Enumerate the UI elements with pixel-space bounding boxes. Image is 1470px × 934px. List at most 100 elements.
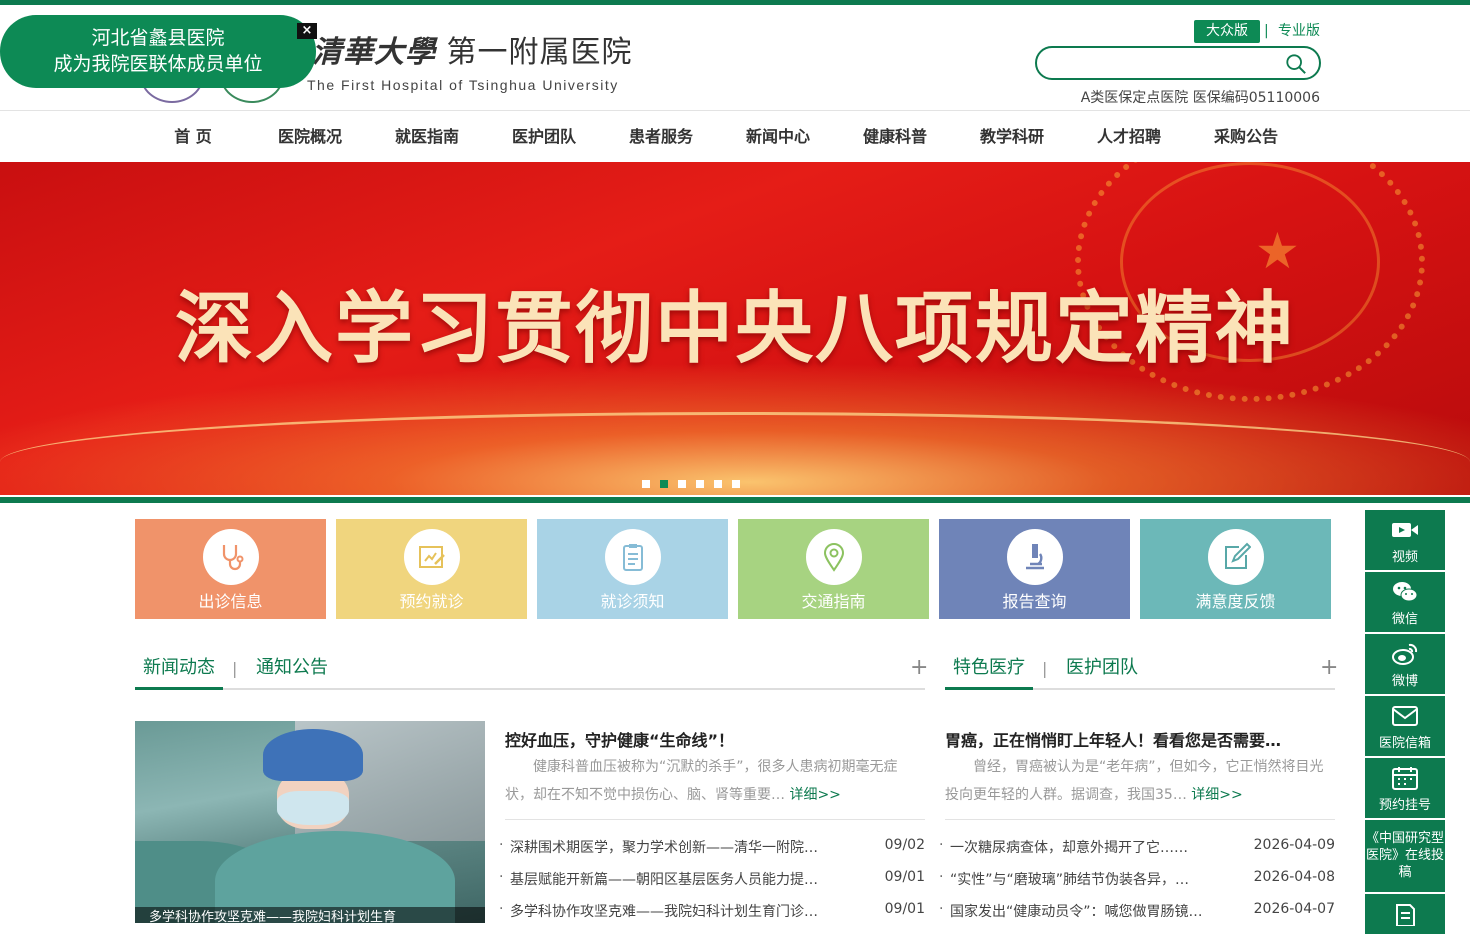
sidebar-label: 医院信箱 <box>1378 736 1431 751</box>
calendar-icon <box>1392 767 1418 790</box>
logo-english-name: The First Hospital of Tsinghua Universit… <box>307 77 619 93</box>
tab-notices[interactable]: 通知公告 <box>256 648 328 688</box>
nav-item-patient-service[interactable]: 患者服务 <box>621 112 701 162</box>
bullet: · <box>499 901 504 917</box>
bullet: · <box>939 837 944 853</box>
nav-item-team[interactable]: 医护团队 <box>504 112 584 162</box>
wechat-icon <box>1393 582 1418 602</box>
sidebar-item-mailbox[interactable]: 医院信箱 <box>1365 696 1445 756</box>
carousel-dot[interactable] <box>642 480 650 488</box>
tab-separator: | <box>1042 659 1048 678</box>
sidebar-label: 视频 <box>1391 550 1418 565</box>
news-headline[interactable]: 控好血压，守护健康“生命线”！ <box>505 727 734 751</box>
tile-icon-circle <box>203 529 259 585</box>
news-summary: 健康科普血压被称为“沉默的杀手”，很多人患病初期毫无症状，却在不知不觉中损伤心、… <box>505 753 925 809</box>
logo-calligraphy: 清華大學 <box>312 35 436 70</box>
tile-icon-circle <box>1007 529 1063 585</box>
special-summary: 曾经，胃癌被认为是“老年病”，但如今，它正悄然将目光投向更年轻的人群。据调查，我… <box>945 753 1335 809</box>
nav-item-procurement[interactable]: 采购公告 <box>1206 112 1286 162</box>
tile-feedback[interactable]: 满意度反馈 <box>1140 519 1331 619</box>
nav-item-news[interactable]: 新闻中心 <box>738 112 818 162</box>
clipboard-icon <box>623 544 643 571</box>
hero-banner[interactable]: ★ 深入学习贯彻中央八项规定精神 <box>0 162 1470 495</box>
tile-appointment[interactable]: 预约就诊 <box>336 519 527 619</box>
news-featured-image[interactable]: 多学科协作攻坚克难——我院妇科计划生育 <box>135 721 485 923</box>
sidebar-item-weibo[interactable]: 微博 <box>1365 634 1445 694</box>
carousel-dot[interactable] <box>678 480 686 488</box>
search-input[interactable] <box>1049 52 1285 74</box>
news-list-item[interactable]: · 基层赋能开新篇——朝阳区基层医务人员能力提… 09/01 <box>499 869 925 889</box>
bullet: · <box>939 869 944 885</box>
public-version-button[interactable]: 大众版 <box>1194 20 1260 43</box>
special-item-date: 2026-04-09 <box>1253 837 1335 853</box>
nav-item-about[interactable]: 医院概况 <box>270 112 350 162</box>
sidebar-item-document[interactable] <box>1365 894 1445 934</box>
bullet: · <box>939 901 944 917</box>
image-caption: 多学科协作攻坚克难——我院妇科计划生育 <box>135 907 485 923</box>
tile-label: 交通指南 <box>801 592 866 611</box>
news-item-date: 09/01 <box>884 869 925 885</box>
special-list-item[interactable]: · 国家发出“健康动员令”：喊您做胃肠镜… 2026-04-07 <box>939 901 1335 921</box>
carousel-dot[interactable] <box>696 480 704 488</box>
carousel-dot-active[interactable] <box>660 480 668 488</box>
stethoscope-icon <box>222 545 244 571</box>
search-box <box>1035 46 1321 80</box>
nav-item-research[interactable]: 教学科研 <box>972 112 1052 162</box>
badge-line-1: 河北省蠡县医院 <box>91 27 225 49</box>
tile-schedule[interactable]: 出诊信息 <box>135 519 326 619</box>
news-item-title: 深耕围术期医学，聚力学术创新——清华一附院… <box>510 840 818 856</box>
version-separator: | <box>1264 23 1269 39</box>
tile-visit-notice[interactable]: 就诊须知 <box>537 519 728 619</box>
special-more-link[interactable]: 详细>> <box>1191 787 1242 803</box>
nav-item-guide[interactable]: 就医指南 <box>387 112 467 162</box>
announcement-badge[interactable]: 河北省蠡县医院 成为我院医联体成员单位 <box>0 15 316 88</box>
sidebar-item-wechat[interactable]: 微信 <box>1365 572 1445 632</box>
special-list-item[interactable]: · “实性”与“磨玻璃”肺结节伪装各异，… 2026-04-08 <box>939 869 1335 889</box>
sidebar-label: 预约挂号 <box>1378 798 1431 813</box>
carousel-dot[interactable] <box>714 480 722 488</box>
tile-icon-circle <box>806 529 862 585</box>
special-item-date: 2026-04-07 <box>1253 901 1335 917</box>
tile-icon-circle <box>404 529 460 585</box>
sidebar-item-journal[interactable]: 《中国研究型医院》在线投稿 <box>1365 820 1445 892</box>
logo-hospital-name: 第一附属医院 <box>446 35 633 70</box>
search-icon[interactable] <box>1285 53 1307 75</box>
tile-label: 报告查询 <box>1002 592 1067 611</box>
tile-transport[interactable]: 交通指南 <box>738 519 929 619</box>
carousel-dot[interactable] <box>732 480 740 488</box>
sidebar-item-video[interactable]: 视频 <box>1365 510 1445 570</box>
close-icon[interactable]: × <box>297 23 317 39</box>
image-surgeon-mask <box>277 791 349 825</box>
tab-news[interactable]: 新闻动态 <box>135 648 223 690</box>
tile-label: 就诊须知 <box>600 592 665 611</box>
edit-icon <box>1225 542 1251 569</box>
tab-special-care[interactable]: 特色医疗 <box>945 648 1033 690</box>
hospital-logo-title[interactable]: 清華大學 第一附属医院 <box>312 27 633 71</box>
tile-icon-circle <box>1208 529 1264 585</box>
news-tabs: 新闻动态 | 通知公告 + <box>135 648 928 690</box>
special-tabs: 特色医疗 | 医护团队 + <box>945 648 1338 690</box>
tile-report[interactable]: 报告查询 <box>939 519 1130 619</box>
quick-service-tiles: 出诊信息 预约就诊 就诊须知 交通指南 报告查询 满意度反馈 <box>135 519 1335 619</box>
professional-version-link[interactable]: 专业版 <box>1278 20 1320 43</box>
banner-bottom-line <box>0 495 1470 503</box>
special-headline[interactable]: 胃癌，正在悄悄盯上年轻人！看看您是否需要… <box>945 727 1281 751</box>
special-summary-text: 曾经，胃癌被认为是“老年病”，但如今，它正悄然将目光投向更年轻的人群。据调查，我… <box>945 759 1324 803</box>
special-more-plus[interactable]: + <box>1320 648 1338 688</box>
special-item-title: 国家发出“健康动员令”：喊您做胃肠镜… <box>950 904 1203 920</box>
news-divider <box>505 819 925 820</box>
special-list-item[interactable]: · 一次糖尿病查体，却意外揭开了它…… 2026-04-09 <box>939 837 1335 857</box>
nav-item-health[interactable]: 健康科普 <box>855 112 935 162</box>
nav-item-home[interactable]: 首 页 <box>165 112 221 162</box>
tab-medical-team[interactable]: 医护团队 <box>1066 648 1138 688</box>
news-more-plus[interactable]: + <box>910 648 928 688</box>
news-list-item[interactable]: · 深耕围术期医学，聚力学术创新——清华一附院… 09/02 <box>499 837 925 857</box>
bullet: · <box>499 837 504 853</box>
special-item-date: 2026-04-08 <box>1253 869 1335 885</box>
nav-item-jobs[interactable]: 人才招聘 <box>1089 112 1169 162</box>
news-more-link[interactable]: 详细>> <box>789 787 840 803</box>
main-nav: 首 页 医院概况 就医指南 医护团队 患者服务 新闻中心 健康科普 教学科研 人… <box>0 112 1470 162</box>
sidebar-label: 微博 <box>1391 674 1418 689</box>
news-list-item[interactable]: · 多学科协作攻坚克难——我院妇科计划生育门诊… 09/01 <box>499 901 925 921</box>
sidebar-item-register[interactable]: 预约挂号 <box>1365 758 1445 818</box>
